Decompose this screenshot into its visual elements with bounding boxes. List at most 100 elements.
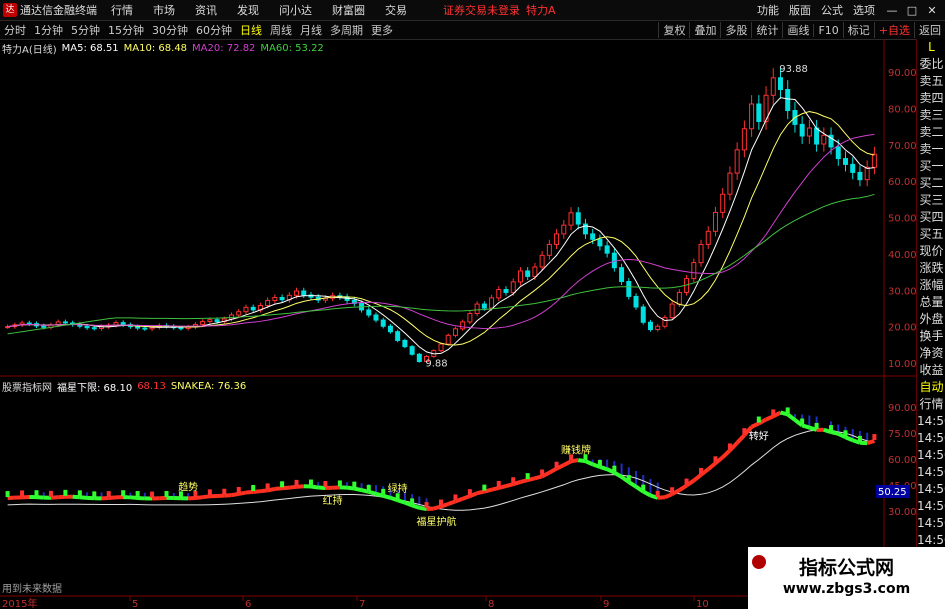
- snake-segment-78: [562, 459, 572, 467]
- snake-segment-115: [830, 430, 839, 436]
- period-4[interactable]: 30分钟: [148, 22, 192, 38]
- tool-3[interactable]: 统计: [751, 22, 782, 38]
- menu-wealth[interactable]: 财富圈: [332, 2, 365, 18]
- side-item-22[interactable]: 14:50: [917, 413, 945, 430]
- side-item-14[interactable]: 涨幅: [917, 277, 945, 294]
- candle-body-18: [135, 326, 141, 329]
- ind-bar-14: [106, 491, 111, 498]
- side-item-20[interactable]: 自动: [917, 379, 945, 396]
- maximize-icon[interactable]: □: [905, 4, 919, 17]
- period-7[interactable]: 周线: [266, 22, 296, 38]
- menu-layout[interactable]: 版面: [789, 2, 811, 18]
- candle-body-5: [41, 325, 47, 328]
- candle-body-50: [366, 309, 372, 316]
- side-item-12[interactable]: 现价: [917, 243, 945, 260]
- tool-7[interactable]: +自选: [873, 22, 914, 38]
- side-item-1[interactable]: 委比: [917, 56, 945, 73]
- ma60-line: [7, 193, 875, 335]
- tool-5[interactable]: F10: [813, 23, 842, 37]
- side-item-13[interactable]: 涨跌: [917, 260, 945, 277]
- snake-segment-120: [866, 439, 875, 446]
- side-item-24[interactable]: 14:50: [917, 447, 945, 464]
- side-item-15[interactable]: 总量: [917, 294, 945, 311]
- side-item-10[interactable]: 买四: [917, 209, 945, 226]
- side-item-0[interactable]: L: [917, 39, 945, 56]
- menu-discover[interactable]: 发现: [237, 2, 259, 18]
- side-item-4[interactable]: 卖三: [917, 107, 945, 124]
- side-item-23[interactable]: 14:50: [917, 430, 945, 447]
- app-title: 通达信金融终端: [20, 4, 97, 17]
- side-item-27[interactable]: 14:50: [917, 498, 945, 515]
- tool-0[interactable]: 复权: [658, 22, 689, 38]
- candle-body-83: [604, 245, 610, 254]
- ind-bar-112: [814, 422, 819, 429]
- chart-area[interactable]: 90.00 80.00 70.00 60.00 50.00 40.00 30.00 20.00…: [0, 39, 916, 609]
- period-9[interactable]: 多周期: [326, 22, 367, 38]
- period-5[interactable]: 60分钟: [192, 22, 236, 38]
- indicator-footer-label: 用到未来数据: [2, 582, 62, 595]
- ind-bar-120: [872, 434, 877, 441]
- side-item-26[interactable]: 14:50: [917, 481, 945, 498]
- watermark-title: 指标公式网: [798, 557, 894, 579]
- close-icon[interactable]: ✕: [925, 4, 939, 17]
- candle-body-90: [655, 325, 661, 331]
- ind-bar-40: [294, 479, 299, 486]
- login-status[interactable]: 证券交易未登录: [443, 2, 520, 18]
- candle-body-62: [452, 328, 458, 336]
- candle-body-55: [402, 339, 408, 348]
- tool-6[interactable]: 标记: [842, 22, 874, 38]
- menu-news[interactable]: 资讯: [195, 2, 217, 18]
- period-2[interactable]: 5分钟: [67, 22, 104, 38]
- ind-bar-106: [771, 409, 776, 416]
- side-item-16[interactable]: 外盘: [917, 311, 945, 328]
- side-item-17[interactable]: 换手: [917, 328, 945, 345]
- candle-body-76: [554, 233, 560, 245]
- snake-segment-98: [706, 461, 717, 471]
- side-item-21[interactable]: 行情: [917, 396, 945, 413]
- snake-segment-64: [461, 494, 471, 501]
- x-month-label-3: 8: [488, 599, 494, 609]
- side-item-5[interactable]: 卖二: [917, 124, 945, 141]
- tool-8[interactable]: 返回: [914, 22, 945, 38]
- tool-1[interactable]: 叠加: [689, 22, 720, 38]
- side-item-25[interactable]: 14:50: [917, 464, 945, 481]
- menu-trade[interactable]: 交易: [385, 2, 407, 18]
- side-item-2[interactable]: 卖五: [917, 73, 945, 90]
- snake-segment-92: [664, 492, 673, 500]
- snake-segment-5: [36, 495, 44, 500]
- candle-body-113: [821, 134, 827, 145]
- menu-ask[interactable]: 问小达: [279, 2, 312, 18]
- side-item-9[interactable]: 买三: [917, 192, 945, 209]
- period-1[interactable]: 1分钟: [30, 22, 67, 38]
- side-item-19[interactable]: 收益: [917, 362, 945, 379]
- side-item-18[interactable]: 净资: [917, 345, 945, 362]
- side-item-3[interactable]: 卖四: [917, 90, 945, 107]
- ind-bar-100: [727, 443, 732, 450]
- app-logo-icon: 达: [3, 3, 17, 17]
- side-item-8[interactable]: 买二: [917, 175, 945, 192]
- menu-options[interactable]: 选项: [853, 2, 875, 18]
- side-item-6[interactable]: 卖一: [917, 141, 945, 158]
- candle-body-89: [647, 321, 653, 331]
- period-6[interactable]: 日线: [236, 22, 266, 38]
- candle-body-106: [770, 77, 776, 96]
- candle-body-70: [510, 281, 516, 293]
- period-8[interactable]: 月线: [296, 22, 326, 38]
- candle-body-79: [575, 212, 581, 225]
- period-3[interactable]: 15分钟: [104, 22, 148, 38]
- snake-segment-36: [260, 488, 268, 494]
- side-item-11[interactable]: 买五: [917, 226, 945, 243]
- period-0[interactable]: 分时: [0, 22, 30, 38]
- minimize-icon[interactable]: —: [885, 4, 899, 17]
- menu-quotes[interactable]: 行情: [111, 2, 133, 18]
- menu-market[interactable]: 市场: [153, 2, 175, 18]
- period-10[interactable]: 更多: [367, 22, 397, 38]
- side-item-28[interactable]: 14:50: [917, 515, 945, 532]
- tool-4[interactable]: 画线: [782, 22, 813, 38]
- menu-function[interactable]: 功能: [757, 2, 779, 18]
- candle-body-100: [727, 172, 733, 195]
- tool-2[interactable]: 多股: [720, 22, 751, 38]
- menu-formula[interactable]: 公式: [821, 2, 843, 18]
- side-item-7[interactable]: 买一: [917, 158, 945, 175]
- ind-bar-56: [410, 498, 415, 505]
